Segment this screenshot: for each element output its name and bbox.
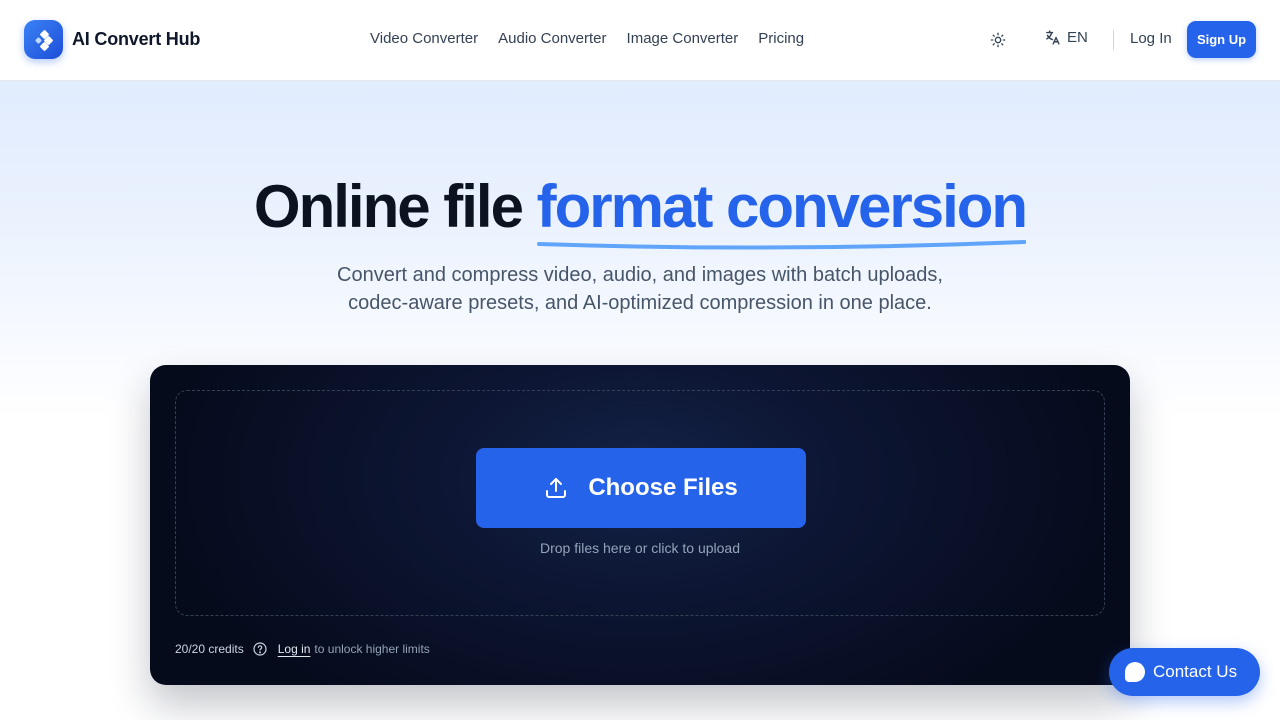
theme-toggle[interactable] xyxy=(986,28,1010,52)
chat-icon xyxy=(1125,662,1145,682)
login-link[interactable]: Log In xyxy=(1130,30,1172,47)
credits-row: 20/20 credits Log in to unlock higher li… xyxy=(175,641,430,657)
credits-count: 20/20 credits xyxy=(175,642,244,656)
main-nav: Video Converter Audio Converter Image Co… xyxy=(370,30,824,47)
signup-button[interactable]: Sign Up xyxy=(1187,21,1256,58)
translate-icon xyxy=(1046,30,1060,45)
choose-files-button[interactable]: Choose Files xyxy=(476,448,806,528)
help-icon[interactable] xyxy=(252,641,268,657)
nav-image-converter[interactable]: Image Converter xyxy=(627,30,739,47)
hero-subtitle-line-1: Convert and compress video, audio, and i… xyxy=(337,264,943,286)
hero-title-plain: Online file xyxy=(253,173,537,240)
upload-icon xyxy=(544,476,568,500)
brand-name: AI Convert Hub xyxy=(72,29,201,49)
contact-us-button[interactable]: Contact Us xyxy=(1109,648,1260,696)
logo-icon xyxy=(24,20,63,59)
unlock-text: to unlock higher limits xyxy=(314,642,430,656)
credits-login-link[interactable]: Log in xyxy=(278,642,311,656)
hero-title: Online file format conversion xyxy=(0,172,1280,250)
nav-audio-converter[interactable]: Audio Converter xyxy=(498,30,606,47)
brand[interactable]: AI Convert Hub xyxy=(24,20,200,59)
upload-card: Choose Files Drop files here or click to… xyxy=(150,365,1130,685)
hero-title-highlight-text: format conversion xyxy=(536,173,1028,240)
choose-files-label: Choose Files xyxy=(588,474,738,501)
language-label: EN xyxy=(1067,29,1088,46)
sun-icon xyxy=(990,32,1006,48)
drop-hint: Drop files here or click to upload xyxy=(540,540,740,556)
hero-subtitle: Convert and compress video, audio, and i… xyxy=(240,261,1040,317)
nav-pricing[interactable]: Pricing xyxy=(758,30,804,47)
language-selector[interactable]: EN xyxy=(1044,29,1088,46)
hero-title-highlight: format conversion xyxy=(536,172,1028,250)
nav-video-converter[interactable]: Video Converter xyxy=(370,30,478,47)
site-header: AI Convert Hub Video Converter Audio Con… xyxy=(0,0,1280,81)
hero-subtitle-line-2: codec-aware presets, and AI-optimized co… xyxy=(348,292,932,314)
contact-us-label: Contact Us xyxy=(1153,662,1238,681)
file-dropzone[interactable]: Choose Files Drop files here or click to… xyxy=(175,390,1105,616)
title-underline xyxy=(536,240,1027,250)
header-divider xyxy=(1113,30,1114,50)
